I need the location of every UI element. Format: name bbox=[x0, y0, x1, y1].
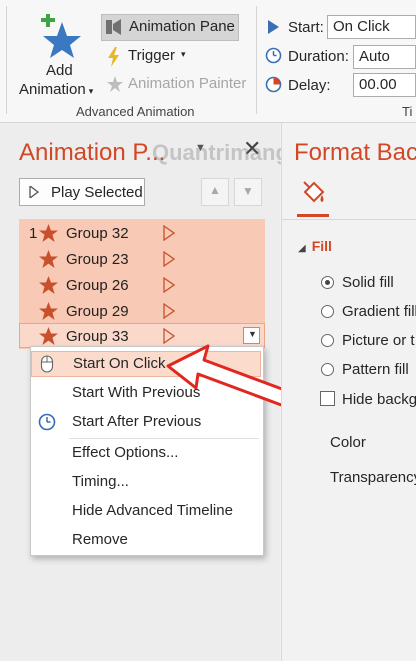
menu-item-label: Timing... bbox=[72, 473, 129, 490]
star-icon bbox=[39, 276, 58, 294]
add-animation-label-text: Animation bbox=[19, 81, 86, 98]
start-dropdown[interactable]: On Click bbox=[327, 15, 416, 39]
solid-fill-label: Solid fill bbox=[342, 274, 394, 291]
list-item-label: Group 23 bbox=[66, 251, 129, 268]
start-label: Start: bbox=[288, 19, 324, 36]
play-icon bbox=[268, 20, 279, 34]
add-animation-button[interactable]: Add Animation ▾ bbox=[14, 10, 106, 102]
add-animation-star-icon bbox=[41, 14, 81, 58]
format-pane-divider bbox=[282, 219, 416, 220]
annotation-arrow bbox=[166, 344, 292, 408]
timeline-triangle-icon bbox=[163, 225, 175, 241]
animation-painter-icon bbox=[107, 76, 123, 92]
trigger-label: Trigger bbox=[128, 47, 175, 64]
list-item[interactable]: Group 29 bbox=[19, 298, 265, 324]
menu-item-hide-advanced-timeline[interactable]: Hide Advanced Timeline bbox=[31, 498, 261, 524]
add-animation-label-1: Add bbox=[46, 62, 73, 79]
add-animation-label-2: Animation ▾ bbox=[19, 81, 93, 98]
menu-item-label: Hide Advanced Timeline bbox=[72, 502, 233, 519]
timing-group-label: Ti bbox=[402, 104, 413, 119]
list-item[interactable]: Group 23 bbox=[19, 246, 265, 272]
star-icon bbox=[39, 327, 58, 345]
trigger-button[interactable]: Trigger ▾ bbox=[104, 46, 194, 68]
format-pane-tab-underline bbox=[297, 214, 329, 217]
delay-field[interactable]: 00.00 bbox=[353, 73, 416, 97]
chevron-down-icon: ▼ bbox=[242, 184, 254, 198]
ribbon-separator bbox=[6, 6, 7, 114]
duration-field[interactable]: Auto bbox=[353, 45, 416, 69]
color-label: Color bbox=[330, 434, 366, 451]
mouse-icon bbox=[40, 355, 54, 373]
picture-fill-radio[interactable] bbox=[321, 334, 334, 347]
menu-item-label: Start On Click bbox=[73, 355, 166, 372]
ribbon-separator bbox=[256, 6, 257, 114]
timeline-triangle-icon bbox=[163, 277, 175, 293]
menu-item-label: Remove bbox=[72, 531, 128, 548]
chevron-up-icon: ▲ bbox=[209, 183, 221, 197]
hide-background-checkbox[interactable] bbox=[320, 391, 335, 406]
fill-section-header[interactable]: ◢ Fill bbox=[298, 238, 332, 254]
chevron-down-icon: ▾ bbox=[181, 49, 186, 59]
clock-icon bbox=[265, 47, 282, 64]
picture-fill-label: Picture or t bbox=[342, 332, 415, 349]
duration-label: Duration: bbox=[288, 48, 349, 65]
move-down-button[interactable]: ▼ bbox=[234, 178, 262, 206]
paint-bucket-icon[interactable] bbox=[301, 181, 327, 207]
star-icon bbox=[39, 302, 58, 320]
hide-background-label: Hide backg bbox=[342, 391, 416, 408]
format-pane-title: Format Bac bbox=[294, 139, 416, 166]
move-up-button[interactable]: ▲ bbox=[201, 178, 229, 206]
delay-label: Delay: bbox=[288, 77, 331, 94]
animation-list: 1 Group 32 Group 23 Group 26 Group 29 Gr… bbox=[19, 219, 265, 349]
clock-icon bbox=[38, 413, 56, 431]
lightning-icon bbox=[108, 47, 119, 67]
solid-fill-radio[interactable] bbox=[321, 276, 334, 289]
expand-triangle-icon: ◢ bbox=[298, 243, 306, 254]
list-item[interactable]: Group 26 bbox=[19, 272, 265, 298]
pattern-fill-label: Pattern fill bbox=[342, 361, 409, 378]
animation-pane-button[interactable]: Animation Pane bbox=[101, 14, 239, 41]
menu-item-label: Effect Options... bbox=[72, 444, 179, 461]
menu-item-remove[interactable]: Remove bbox=[31, 527, 261, 553]
menu-item-effect-options[interactable]: Effect Options... bbox=[31, 440, 261, 466]
pattern-fill-radio[interactable] bbox=[321, 363, 334, 376]
animation-pane-title: Animation P... bbox=[19, 139, 166, 166]
list-item[interactable]: 1 Group 32 bbox=[19, 220, 265, 246]
list-item-label: Group 32 bbox=[66, 225, 129, 242]
list-item-label: Group 29 bbox=[66, 303, 129, 320]
transparency-label: Transparency bbox=[330, 469, 416, 486]
menu-separator bbox=[69, 438, 259, 439]
animation-pane-icon bbox=[106, 19, 121, 35]
radio-dot bbox=[325, 280, 330, 285]
timeline-triangle-icon bbox=[163, 303, 175, 319]
gradient-fill-radio[interactable] bbox=[321, 305, 334, 318]
delay-clock-icon bbox=[265, 76, 282, 93]
menu-item-timing[interactable]: Timing... bbox=[31, 469, 261, 495]
list-item-label: Group 26 bbox=[66, 277, 129, 294]
gradient-fill-label: Gradient fill bbox=[342, 303, 416, 320]
order-number: 1 bbox=[29, 225, 38, 242]
play-selected-button[interactable]: Play Selected bbox=[19, 178, 145, 206]
list-item-label: Group 33 bbox=[66, 328, 129, 345]
animation-painter-label: Animation Painter bbox=[128, 75, 247, 92]
chevron-down-icon: ▾ bbox=[88, 86, 94, 96]
watermark: Quantrimang bbox=[152, 140, 289, 166]
star-icon bbox=[39, 250, 58, 268]
animation-pane-label: Animation Pane bbox=[129, 18, 235, 35]
watermark-text: Quantrimang bbox=[152, 140, 289, 165]
animation-painter-button[interactable]: Animation Painter bbox=[104, 74, 250, 96]
star-icon bbox=[39, 224, 58, 242]
play-icon bbox=[29, 186, 39, 198]
fill-label: Fill bbox=[311, 238, 332, 254]
play-selected-label: Play Selected bbox=[51, 184, 143, 201]
timeline-triangle-icon bbox=[163, 251, 175, 267]
advanced-animation-group-label: Advanced Animation bbox=[76, 104, 195, 119]
